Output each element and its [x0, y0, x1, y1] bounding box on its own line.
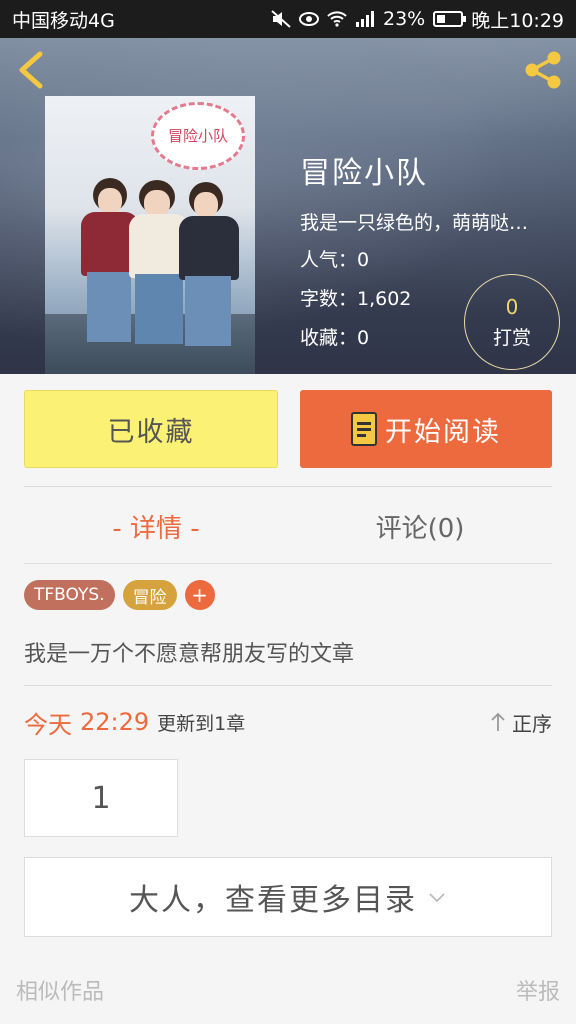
- divider: [24, 563, 552, 564]
- popularity-stat: 人气：0: [300, 249, 370, 271]
- update-text: 更新到1章: [157, 712, 246, 735]
- back-button[interactable]: [14, 50, 50, 90]
- book-description: 我是一只绿色的，萌萌哒…: [300, 212, 529, 234]
- tag-item[interactable]: TFBOYS.: [24, 580, 115, 610]
- start-reading-button[interactable]: 开始阅读: [300, 390, 552, 468]
- chevron-down-icon: [429, 893, 445, 903]
- more-catalog-label: 大人，查看更多目录: [129, 883, 417, 918]
- tab-detail[interactable]: - 详情 -: [24, 504, 288, 548]
- reward-button[interactable]: 0 打赏: [464, 274, 560, 370]
- divider: [24, 685, 552, 686]
- cover-title-bubble: 冒险小队: [151, 102, 245, 170]
- status-icons: 23% 晚上10:29: [271, 6, 564, 33]
- book-cover-image[interactable]: 冒险小队: [45, 96, 255, 374]
- sort-order-button[interactable]: 正序: [490, 708, 552, 737]
- update-time: 22:29: [80, 708, 150, 736]
- book-summary: 我是一万个不愿意帮朋友写的文章: [24, 642, 355, 667]
- more-catalog-button[interactable]: 大人，查看更多目录: [24, 857, 552, 937]
- add-tag-button[interactable]: +: [184, 580, 215, 610]
- signal-icon: [356, 11, 374, 27]
- sort-order-label: 正序: [512, 711, 552, 736]
- book-header: 冒险小队 冒险小队 我是一只绿色的，萌萌哒… 人气：0 字数：1,602 收藏：…: [0, 38, 576, 374]
- battery-icon: [433, 11, 467, 27]
- tag-item[interactable]: 冒险: [122, 580, 177, 610]
- status-bar: 中国移动4G 23% 晚上10:29: [0, 0, 576, 38]
- battery-percent: 23%: [383, 8, 426, 30]
- update-info: 今天 22:29 更新到1章 正序: [24, 704, 552, 740]
- share-button[interactable]: [522, 50, 564, 90]
- mute-icon: [271, 10, 291, 28]
- start-reading-label: 开始阅读: [385, 416, 501, 448]
- similar-works-link[interactable]: 相似作品: [16, 974, 104, 1006]
- wifi-icon: [327, 11, 347, 27]
- collected-button[interactable]: 已收藏: [24, 390, 278, 468]
- eye-icon: [299, 12, 319, 26]
- reward-label: 打赏: [492, 326, 531, 349]
- clock: 晚上10:29: [471, 9, 564, 32]
- carrier-label: 中国移动4G: [12, 9, 115, 32]
- book-icon: [351, 412, 377, 446]
- update-day: 今天: [24, 710, 72, 739]
- divider: [24, 486, 552, 487]
- tab-comment[interactable]: 评论(0): [288, 504, 552, 548]
- chapter-item[interactable]: 1: [24, 759, 178, 837]
- book-title: 冒险小队: [300, 156, 428, 191]
- arrow-up-icon: [491, 712, 505, 731]
- reward-count: 0: [505, 294, 519, 319]
- tag-list: TFBOYS. 冒险 +: [24, 580, 215, 610]
- report-link[interactable]: 举报: [516, 974, 560, 1006]
